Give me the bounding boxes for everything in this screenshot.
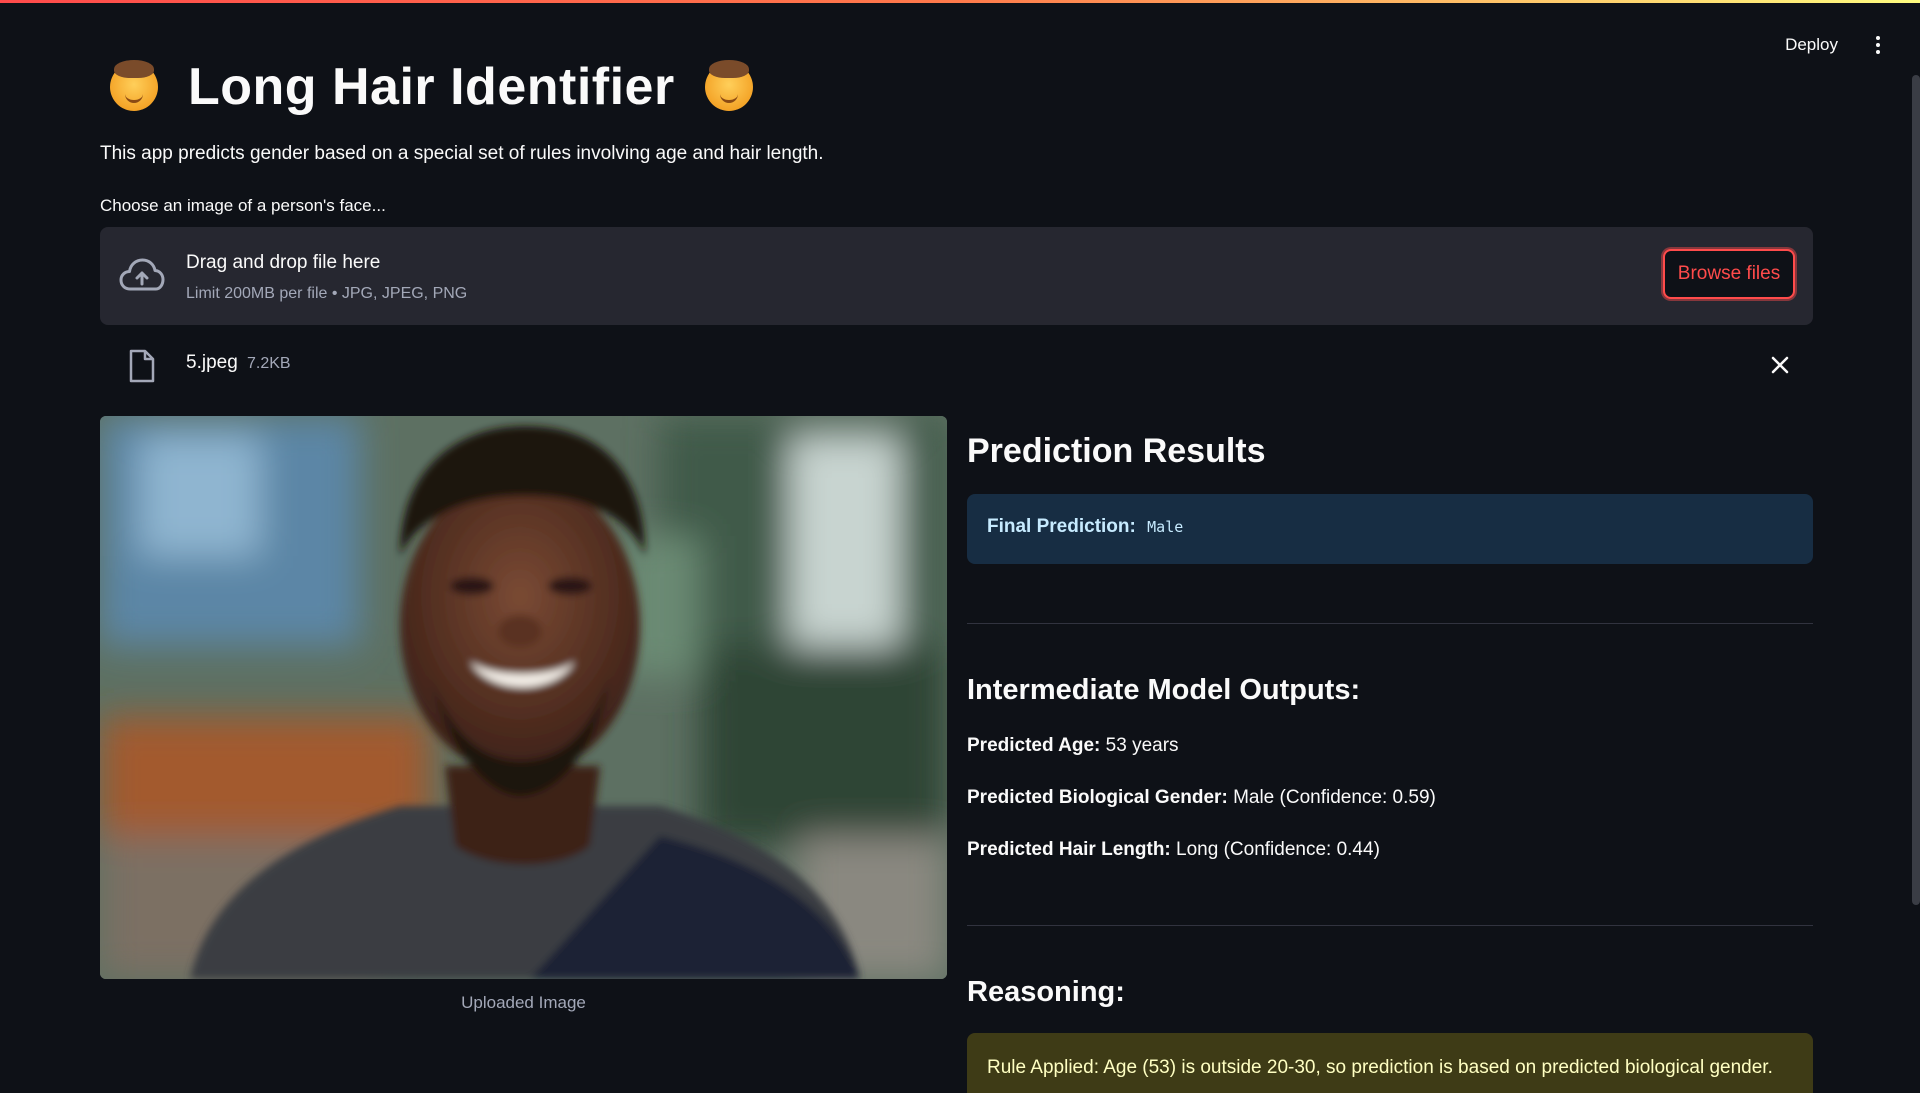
predicted-gender-value: Male (Confidence: 0.59) <box>1233 787 1436 808</box>
app-description: This app predicts gender based on a spec… <box>100 143 824 164</box>
predicted-age-row: Predicted Age: 53 years <box>967 735 1179 757</box>
uploaded-file-size: 7.2KB <box>247 355 291 372</box>
uploaded-image <box>100 416 947 979</box>
scrollbar[interactable] <box>1912 75 1920 905</box>
long-hair-person-emoji-icon <box>704 60 753 111</box>
prediction-results-heading: Prediction Results <box>967 432 1266 470</box>
uploaded-file-name: 5.jpeg <box>186 352 238 373</box>
vertical-dots-menu-icon[interactable] <box>1866 28 1890 62</box>
predicted-hair-length-label: Predicted Hair Length: <box>967 839 1171 860</box>
predicted-age-value: 53 years <box>1105 735 1179 756</box>
predicted-hair-length-row: Predicted Hair Length: Long (Confidence:… <box>967 839 1380 861</box>
uploader-label: Choose an image of a person's face... <box>100 196 386 215</box>
uploaded-file-row: 5.jpeg 7.2KB <box>100 345 1813 385</box>
dropzone-limit-text: Limit 200MB per file • JPG, JPEG, PNG <box>186 285 468 302</box>
cloud-upload-icon <box>119 258 165 291</box>
predicted-age-label: Predicted Age: <box>967 735 1101 756</box>
intermediate-outputs-heading: Intermediate Model Outputs: <box>967 674 1361 706</box>
divider <box>967 623 1813 624</box>
reasoning-heading: Reasoning: <box>967 976 1125 1008</box>
close-icon[interactable] <box>1769 354 1791 376</box>
main-content: Long Hair Identifier This app predicts g… <box>100 0 1814 1093</box>
image-caption: Uploaded Image <box>461 993 586 1012</box>
browse-files-button[interactable]: Browse files <box>1663 249 1795 299</box>
predicted-gender-label: Predicted Biological Gender: <box>967 787 1228 808</box>
divider <box>967 925 1813 926</box>
file-dropzone[interactable]: Drag and drop file here Limit 200MB per … <box>100 227 1813 325</box>
page-title: Long Hair Identifier <box>188 58 675 116</box>
final-prediction-label: Final Prediction: <box>987 516 1136 537</box>
predicted-hair-length-value: Long (Confidence: 0.44) <box>1176 839 1380 860</box>
long-hair-person-emoji-icon <box>110 60 158 111</box>
file-icon <box>129 349 155 383</box>
page-title-row: Long Hair Identifier <box>110 52 753 122</box>
final-prediction-value: Male <box>1147 518 1184 536</box>
dropzone-title: Drag and drop file here <box>186 252 381 273</box>
rule-applied-alert: Rule Applied: Age (53) is outside 20-30,… <box>967 1033 1813 1093</box>
final-prediction-alert: Final Prediction: Male <box>967 494 1813 564</box>
predicted-gender-row: Predicted Biological Gender: Male (Confi… <box>967 787 1436 809</box>
